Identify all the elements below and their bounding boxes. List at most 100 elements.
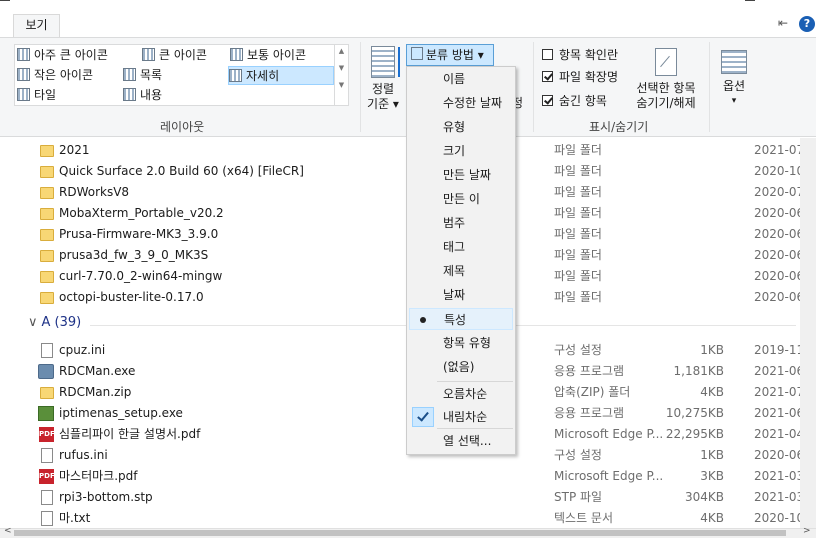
menu-separator xyxy=(437,381,513,382)
layout-medium-icons[interactable]: 보통 아이콘 xyxy=(230,46,335,65)
file-row[interactable]: rufus.ini 구성 설정 1KB 2020-06 xyxy=(0,445,804,466)
stp-file-icon xyxy=(41,490,53,505)
pin-ribbon-icon[interactable]: ⇤ xyxy=(778,16,788,30)
group-by-option[interactable]: 날짜 xyxy=(409,284,513,306)
group-by-option[interactable]: 이름 xyxy=(409,68,513,90)
list-view-icon xyxy=(123,68,136,81)
folder-row[interactable]: RDWorksV8 파일 폴더 2020-07 xyxy=(0,182,804,203)
scroll-down-icon[interactable]: ▼ xyxy=(335,64,348,72)
setup-exe-icon xyxy=(38,406,54,421)
folder-icon xyxy=(40,271,54,283)
title-bar: 보기 ⇤ ? xyxy=(0,0,816,37)
more-icon[interactable]: ▼ xyxy=(335,81,348,89)
layout-content[interactable]: 내용 xyxy=(123,86,218,105)
ini-file-icon xyxy=(41,343,53,358)
group-by-option[interactable]: 크기 xyxy=(409,140,513,162)
group-by-option[interactable]: 특성 xyxy=(409,308,513,330)
group-collapse-icon[interactable]: ∨ xyxy=(28,315,38,330)
file-row[interactable]: RDCMan.zip 압축(ZIP) 폴더 4KB 2021-07 xyxy=(0,382,804,403)
group-by-option[interactable]: 유형 xyxy=(409,116,513,138)
folder-icon xyxy=(40,229,54,241)
hide-selected-button[interactable]: 선택한 항목 숨기기/해제 xyxy=(631,48,701,111)
folder-icon xyxy=(40,292,54,304)
pdf-file-icon: PDF xyxy=(39,427,55,442)
folder-icon xyxy=(40,145,54,157)
window-edge xyxy=(0,0,10,1)
group-by-menu: 이름 수정한 날짜 유형 크기 만든 날짜 만든 이 범주 태그 제목 날짜 특성 항목 유형 (없음)… xyxy=(406,66,516,455)
layout-gallery-scroll[interactable]: ▲ ▼ ▼ xyxy=(334,44,348,106)
window-edge xyxy=(745,0,755,1)
group-by-button[interactable]: 분류 방법 ▾ xyxy=(406,44,494,66)
layout-gallery: 아주 큰 아이콘 큰 아이콘 보통 아이콘 작은 아이콘 목록 자세히 타일 내… xyxy=(14,44,349,106)
file-extensions-toggle[interactable]: 파일 확장명 xyxy=(542,69,618,85)
item-checkboxes-toggle[interactable]: 항목 확인란 xyxy=(542,47,618,63)
layout-extra-large-icons[interactable]: 아주 큰 아이콘 xyxy=(17,46,120,65)
scrollbar-thumb[interactable] xyxy=(14,530,786,536)
sort-by-button[interactable]: 정렬 기준 ▾ xyxy=(365,46,401,112)
show-hide-group-label: 표시/숨기기 xyxy=(589,120,649,134)
folder-row[interactable]: MobaXterm_Portable_v20.2 파일 폴더 2020-06 xyxy=(0,203,804,224)
file-row[interactable]: PDF 마스터마크.pdf Microsoft Edge P... 3KB 2021-0… xyxy=(0,466,804,487)
folder-icon xyxy=(40,166,54,178)
group-by-option[interactable]: (없음) xyxy=(409,356,513,378)
layout-list[interactable]: 목록 xyxy=(123,66,218,85)
folder-icon xyxy=(40,187,54,199)
file-row[interactable]: PDF 심플리파이 한글 설명서.pdf Microsoft Edge P... 22… xyxy=(0,424,804,445)
hidden-items-checkbox[interactable] xyxy=(542,95,553,106)
folder-row[interactable]: prusa3d_fw_3_9_0_MK3S 파일 폴더 2020-06 xyxy=(0,245,804,266)
group-by-option[interactable]: 만든 이 xyxy=(409,188,513,210)
file-extensions-checkbox[interactable] xyxy=(542,71,553,82)
folder-row[interactable]: octopi-buster-lite-0.17.0 파일 폴더 2020-06 xyxy=(0,287,804,308)
options-icon xyxy=(721,50,747,74)
help-icon[interactable]: ? xyxy=(799,16,815,32)
hidden-items-toggle[interactable]: 숨긴 항목 xyxy=(542,93,607,109)
group-by-icon xyxy=(411,47,423,60)
content-icon xyxy=(123,88,136,101)
sort-ascending-option[interactable]: 오름차순 xyxy=(409,383,513,405)
medium-icons-icon xyxy=(230,48,243,61)
options-button[interactable]: 옵션 ▾ xyxy=(717,50,751,109)
folder-row[interactable]: Prusa-Firmware-MK3_3.9.0 파일 폴더 2020-06 xyxy=(0,224,804,245)
group-by-option[interactable]: 수정한 날짜 xyxy=(409,92,513,114)
group-by-option[interactable]: 태그 xyxy=(409,236,513,258)
pdf-file-icon: PDF xyxy=(39,469,55,484)
file-row[interactable]: 마.txt 텍스트 문서 4KB 2020-10 xyxy=(0,508,804,529)
layout-large-icons[interactable]: 큰 아이콘 xyxy=(142,46,237,65)
choose-columns-option[interactable]: 열 선택... xyxy=(409,430,513,452)
file-row[interactable]: RDCMan.exe 응용 프로그램 1,181KB 2021-06 xyxy=(0,361,804,382)
folder-icon xyxy=(40,208,54,220)
file-row[interactable]: rpi3-bottom.stp STP 파일 304KB 2021-03 xyxy=(0,487,804,508)
scroll-up-icon[interactable]: ▲ xyxy=(335,47,348,55)
layout-tiles[interactable]: 타일 xyxy=(17,86,112,105)
file-row[interactable]: iptimenas_setup.exe 응용 프로그램 10,275KB 2021-0… xyxy=(0,403,804,424)
menu-separator xyxy=(437,428,513,429)
large-icons-icon xyxy=(142,48,155,61)
group-by-option[interactable]: 항목 유형 xyxy=(409,332,513,354)
zip-folder-icon xyxy=(40,387,54,399)
layout-group-label: 레이아웃 xyxy=(160,120,205,134)
check-icon xyxy=(412,407,434,427)
file-row[interactable]: cpuz.ini 구성 설정 1KB 2019-11 xyxy=(0,340,804,361)
folder-icon xyxy=(40,250,54,262)
group-by-option[interactable]: 범주 xyxy=(409,212,513,234)
folder-row[interactable]: 2021 파일 폴더 2021-07 xyxy=(0,140,804,161)
exe-file-icon xyxy=(38,364,54,379)
tab-view[interactable]: 보기 xyxy=(13,14,60,37)
layout-details[interactable]: 자세히 xyxy=(228,66,334,85)
scroll-left-icon[interactable]: < xyxy=(4,526,12,536)
txt-file-icon xyxy=(41,511,53,526)
group-by-option[interactable]: 제목 xyxy=(409,260,513,282)
folder-row[interactable]: curl-7.70.0_2-win64-mingw 파일 폴더 2020-06 xyxy=(0,266,804,287)
sort-descending-option[interactable]: 내림차순 xyxy=(409,406,513,428)
details-view-icon xyxy=(229,69,242,82)
group-by-option[interactable]: 만든 날짜 xyxy=(409,164,513,186)
scroll-right-icon[interactable]: > xyxy=(803,526,811,536)
folder-row[interactable]: Quick Surface 2.0 Build 60 (x64) [FileCR… xyxy=(0,161,804,182)
tiles-icon xyxy=(17,88,30,101)
group-header-a[interactable]: ∨ A (39) xyxy=(28,315,81,330)
layout-small-icons[interactable]: 작은 아이콘 xyxy=(17,66,120,85)
sort-by-icon xyxy=(371,46,400,78)
vertical-scrollbar[interactable] xyxy=(800,138,816,528)
item-checkboxes-checkbox[interactable] xyxy=(542,49,553,60)
hide-selected-icon xyxy=(655,48,677,76)
